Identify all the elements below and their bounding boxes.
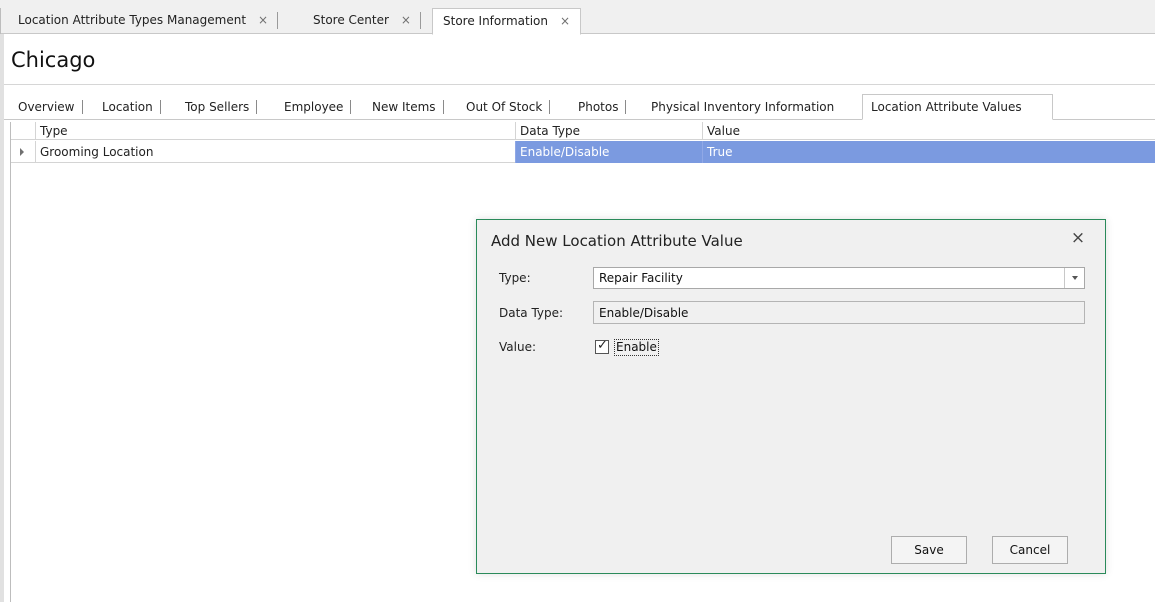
data-type-label: Data Type: (499, 306, 564, 320)
tab-label: Photos (578, 100, 619, 114)
tab-store-information[interactable]: Store Information × (432, 8, 582, 35)
tab-label: Store Center (313, 13, 389, 27)
column-header-type[interactable]: Type (35, 122, 515, 140)
data-type-value: Enable/Disable (599, 306, 689, 320)
tab-photos[interactable]: Photos (570, 95, 627, 119)
close-icon[interactable]: × (401, 13, 411, 27)
tab-label: Location Attribute Values (871, 100, 1022, 114)
add-attribute-value-dialog: Add New Location Attribute Value × Type:… (476, 219, 1106, 574)
cell-type[interactable]: Grooming Location (35, 141, 515, 163)
type-dropdown[interactable]: Repair Facility (593, 267, 1085, 289)
data-type-field: Enable/Disable (593, 301, 1085, 324)
tab-strip-edge (0, 8, 1, 34)
close-icon[interactable]: × (560, 14, 570, 28)
cell-value[interactable]: True (702, 141, 1155, 163)
tab-label: Employee (284, 100, 344, 114)
row-pointer-icon (20, 148, 24, 156)
tab-location-attribute-values[interactable]: Location Attribute Values (862, 94, 1053, 120)
indicator-header (11, 122, 35, 140)
table-row[interactable]: Grooming Location Enable/Disable True (11, 141, 1155, 163)
tab-out-of-stock[interactable]: Out Of Stock (458, 95, 551, 119)
tab-label: Overview (18, 100, 75, 114)
dialog-title: Add New Location Attribute Value (491, 232, 743, 250)
tab-employee[interactable]: Employee (276, 95, 352, 119)
dropdown-button[interactable] (1064, 268, 1084, 288)
type-dropdown-value: Repair Facility (599, 271, 683, 285)
enable-checkbox[interactable]: ✓ (595, 338, 609, 354)
store-tab-strip: Overview Location Top Sellers Employee N… (4, 94, 1155, 120)
grid-header: Type Data Type Value (11, 122, 1155, 140)
tab-label: New Items (372, 100, 436, 114)
checkmark-icon: ✓ (597, 338, 608, 353)
tab-label: Store Information (443, 14, 548, 28)
cancel-button[interactable]: Cancel (992, 536, 1068, 564)
row-indicator[interactable] (11, 141, 35, 163)
page-title: Chicago (11, 48, 96, 72)
tab-label: Location (102, 100, 153, 114)
value-label: Value: (499, 340, 536, 354)
chevron-down-icon (1072, 276, 1078, 280)
tab-label: Physical Inventory Information (651, 100, 835, 114)
document-tab-strip: Location Attribute Types Management × Sto… (0, 0, 1155, 35)
tab-top-sellers[interactable]: Top Sellers (177, 95, 258, 119)
close-icon[interactable]: × (258, 13, 268, 27)
tab-physical-inventory-information[interactable]: Physical Inventory Information (643, 95, 842, 119)
tab-location-attribute-types-management[interactable]: Location Attribute Types Management × (8, 8, 279, 34)
tab-new-items[interactable]: New Items (364, 95, 444, 119)
divider (4, 84, 1155, 85)
column-header-data-type[interactable]: Data Type (515, 122, 702, 140)
tab-store-center[interactable]: Store Center × (303, 8, 421, 34)
type-label: Type: (499, 271, 531, 285)
tab-label: Out Of Stock (466, 100, 543, 114)
cell-data-type[interactable]: Enable/Disable (515, 141, 702, 163)
save-button[interactable]: Save (891, 536, 967, 564)
tab-label: Location Attribute Types Management (18, 13, 247, 27)
tab-location[interactable]: Location (94, 95, 161, 119)
column-header-value[interactable]: Value (702, 122, 1155, 140)
close-icon[interactable]: × (1067, 228, 1089, 250)
enable-checkbox-label[interactable]: Enable (614, 339, 659, 356)
tab-overview[interactable]: Overview (10, 95, 83, 119)
tab-label: Top Sellers (185, 100, 250, 114)
